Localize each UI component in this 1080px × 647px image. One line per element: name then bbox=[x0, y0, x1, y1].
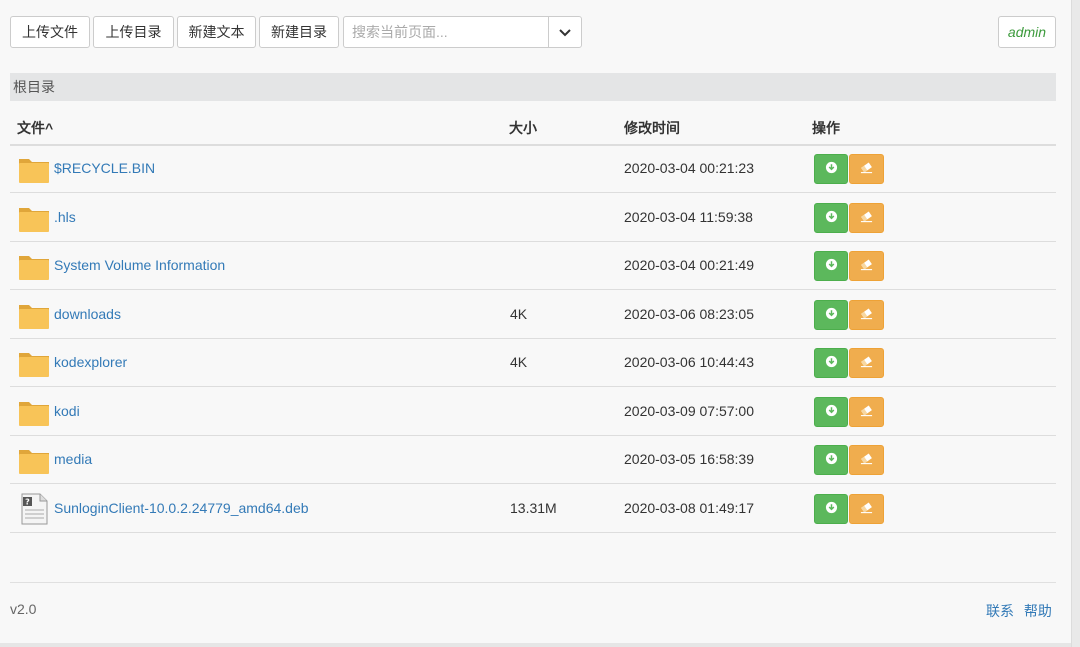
breadcrumb-root[interactable]: 根目录 bbox=[13, 79, 55, 95]
download-button[interactable] bbox=[814, 396, 848, 427]
new-text-button[interactable]: 新建文本 bbox=[177, 16, 256, 48]
file-name-link[interactable]: SunloginClient-10.0.2.24779_amd64.deb bbox=[54, 500, 309, 516]
chevron-down-icon bbox=[559, 29, 571, 37]
scrollbar[interactable] bbox=[1071, 0, 1080, 647]
edit-button[interactable] bbox=[849, 396, 884, 427]
download-icon bbox=[825, 161, 838, 177]
help-link[interactable]: 帮助 bbox=[1024, 603, 1052, 619]
table-row: kodi 2020-03-09 07:57:00 bbox=[10, 388, 1056, 436]
bottom-border bbox=[0, 643, 1072, 647]
header-modified[interactable]: 修改时间 bbox=[624, 118, 680, 138]
eraser-icon bbox=[859, 452, 874, 468]
file-modified: 2020-03-09 07:57:00 bbox=[624, 402, 754, 419]
download-icon bbox=[825, 307, 838, 323]
sort-indicator: ^ bbox=[45, 120, 54, 136]
folder-icon[interactable] bbox=[18, 202, 50, 234]
upload-dir-button[interactable]: 上传目录 bbox=[93, 16, 174, 48]
folder-icon[interactable] bbox=[18, 444, 50, 476]
edit-button[interactable] bbox=[849, 299, 884, 330]
file-modified: 2020-03-05 16:58:39 bbox=[624, 451, 754, 467]
eraser-icon bbox=[859, 258, 874, 274]
folder-icon[interactable] bbox=[18, 153, 50, 185]
file-name-link[interactable]: kodexplorer bbox=[54, 354, 127, 370]
table-row: ? SunloginClient-10.0.2.24779_amd64.deb 13… bbox=[10, 485, 1056, 533]
table-row: $RECYCLE.BIN 2020-03-04 00:21:23 bbox=[10, 145, 1056, 193]
eraser-icon bbox=[859, 210, 874, 226]
file-modified: 2020-03-06 08:23:05 bbox=[624, 305, 754, 322]
edit-button[interactable] bbox=[849, 445, 884, 475]
eraser-icon bbox=[859, 404, 874, 420]
header-file-label: 文件 bbox=[17, 120, 45, 136]
download-button[interactable] bbox=[814, 299, 848, 330]
edit-button[interactable] bbox=[849, 493, 884, 524]
header-size[interactable]: 大小 bbox=[509, 118, 537, 138]
file-size: 4K bbox=[510, 305, 528, 322]
download-icon bbox=[825, 452, 838, 468]
file-modified: 2020-03-08 01:49:17 bbox=[624, 499, 754, 516]
table-row: kodexplorer 4K 2020-03-06 10:44:43 bbox=[10, 339, 1056, 387]
file-size: 4K bbox=[510, 354, 528, 370]
svg-text:?: ? bbox=[25, 497, 30, 506]
download-icon bbox=[825, 501, 838, 517]
breadcrumb: 根目录 bbox=[10, 73, 1056, 101]
edit-button[interactable] bbox=[849, 202, 884, 233]
edit-button[interactable] bbox=[849, 251, 884, 281]
download-button[interactable] bbox=[814, 202, 848, 233]
folder-icon[interactable] bbox=[18, 347, 50, 379]
download-icon bbox=[825, 210, 838, 226]
file-name-link[interactable]: downloads bbox=[54, 306, 121, 322]
download-button[interactable] bbox=[814, 154, 848, 184]
download-button[interactable] bbox=[814, 348, 848, 378]
download-button[interactable] bbox=[814, 445, 848, 475]
eraser-icon bbox=[859, 307, 874, 323]
file-name-link[interactable]: $RECYCLE.BIN bbox=[54, 160, 155, 176]
file-icon[interactable]: ? bbox=[18, 493, 50, 525]
download-icon bbox=[825, 355, 838, 371]
user-button[interactable]: admin bbox=[998, 16, 1056, 48]
upload-file-button[interactable]: 上传文件 bbox=[10, 16, 90, 48]
table-row: .hls 2020-03-04 11:59:38 bbox=[10, 194, 1056, 242]
file-modified: 2020-03-04 00:21:49 bbox=[624, 257, 754, 273]
edit-button[interactable] bbox=[849, 154, 884, 184]
footer-divider bbox=[10, 582, 1056, 583]
file-modified: 2020-03-04 11:59:38 bbox=[624, 208, 753, 225]
file-size: 13.31M bbox=[510, 499, 557, 516]
search-input[interactable] bbox=[344, 17, 548, 47]
eraser-icon bbox=[859, 161, 874, 177]
folder-icon[interactable] bbox=[18, 250, 50, 282]
folder-icon[interactable] bbox=[18, 299, 50, 331]
download-button[interactable] bbox=[814, 251, 848, 281]
file-modified: 2020-03-06 10:44:43 bbox=[624, 354, 754, 370]
version-label: v2.0 bbox=[10, 601, 37, 617]
folder-icon[interactable] bbox=[18, 396, 50, 428]
table-row: media 2020-03-05 16:58:39 bbox=[10, 436, 1056, 484]
eraser-icon bbox=[859, 501, 874, 517]
table-header: 文件^ 大小 修改时间 操作 bbox=[10, 112, 1056, 146]
file-name-link[interactable]: .hls bbox=[54, 209, 76, 225]
eraser-icon bbox=[859, 355, 874, 371]
table-row: downloads 4K 2020-03-06 08:23:05 bbox=[10, 291, 1056, 339]
footer-links: 联系 帮助 bbox=[986, 601, 1052, 621]
file-modified: 2020-03-04 00:21:23 bbox=[624, 160, 754, 176]
header-actions: 操作 bbox=[812, 120, 840, 136]
download-button[interactable] bbox=[814, 493, 848, 524]
table-row: System Volume Information 2020-03-04 00:2… bbox=[10, 242, 1056, 290]
header-file[interactable]: 文件^ bbox=[17, 118, 53, 138]
new-dir-button[interactable]: 新建目录 bbox=[259, 16, 339, 48]
search-box bbox=[343, 16, 582, 48]
file-name-link[interactable]: kodi bbox=[54, 403, 80, 419]
edit-button[interactable] bbox=[849, 348, 884, 378]
download-icon bbox=[825, 258, 838, 274]
file-name-link[interactable]: media bbox=[54, 451, 92, 467]
file-name-link[interactable]: System Volume Information bbox=[54, 257, 225, 273]
contact-link[interactable]: 联系 bbox=[986, 603, 1014, 619]
download-icon bbox=[825, 404, 838, 420]
search-dropdown-button[interactable] bbox=[548, 17, 581, 47]
